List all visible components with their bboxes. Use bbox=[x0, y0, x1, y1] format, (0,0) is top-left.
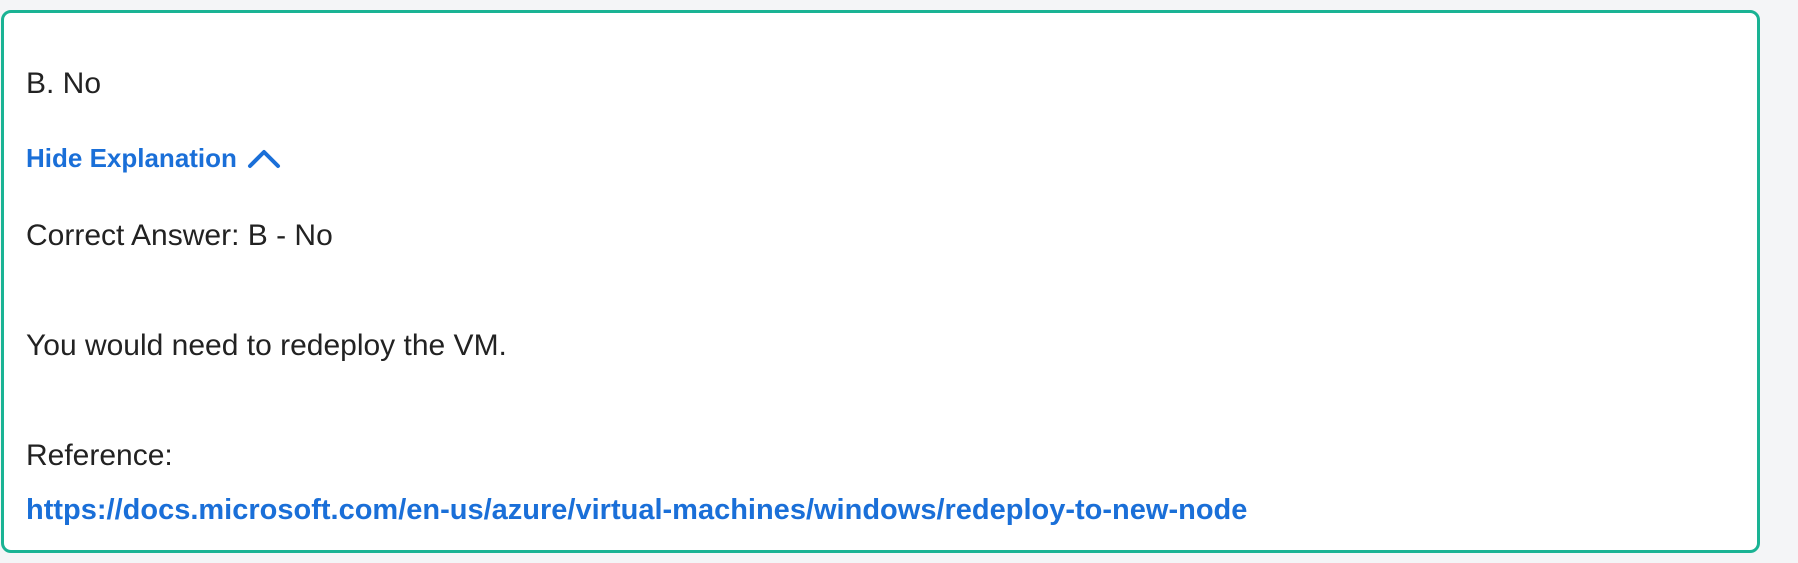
hide-explanation-label: Hide Explanation bbox=[26, 143, 237, 173]
hide-explanation-button[interactable]: Hide Explanation bbox=[26, 145, 281, 171]
correct-answer-text: Correct Answer: B - No bbox=[26, 219, 333, 252]
explanation-body: You would need to redeploy the VM. bbox=[26, 329, 507, 362]
reference-link[interactable]: https://docs.microsoft.com/en-us/azure/v… bbox=[26, 496, 1247, 525]
reference-label: Reference: bbox=[26, 439, 173, 472]
answer-option-b[interactable]: B. No bbox=[26, 69, 101, 99]
chevron-up-icon bbox=[247, 150, 280, 168]
answer-explanation-card: B. No Hide Explanation Correct Answer: B… bbox=[1, 10, 1760, 553]
